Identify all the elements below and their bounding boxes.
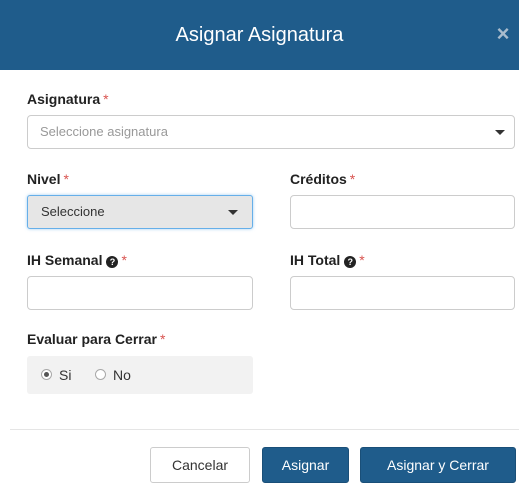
ih-semanal-input[interactable] bbox=[27, 276, 253, 310]
nivel-select[interactable]: Seleccione bbox=[27, 195, 253, 229]
asignatura-label-text: Asignatura bbox=[27, 91, 101, 107]
assign-close-button[interactable]: Asignar y Cerrar bbox=[360, 447, 516, 483]
radio-no-label[interactable]: No bbox=[113, 366, 131, 384]
ih-total-label: IH Total? * bbox=[290, 251, 365, 269]
nivel-selected-value: Seleccione bbox=[41, 204, 105, 219]
asignatura-placeholder: Seleccione asignatura bbox=[40, 124, 168, 139]
radio-no[interactable] bbox=[95, 369, 106, 380]
creditos-input[interactable] bbox=[290, 195, 515, 229]
radio-si-label[interactable]: Si bbox=[59, 366, 71, 384]
creditos-label: Créditos * bbox=[290, 170, 355, 188]
radio-si[interactable] bbox=[41, 369, 52, 380]
ih-total-label-text: IH Total bbox=[290, 252, 341, 268]
chevron-down-icon bbox=[495, 130, 505, 135]
modal-header: Asignar Asignatura × bbox=[0, 0, 519, 70]
ih-semanal-label: IH Semanal? * bbox=[27, 251, 127, 269]
close-icon[interactable]: × bbox=[493, 22, 513, 46]
required-mark: * bbox=[159, 331, 166, 347]
ih-semanal-label-text: IH Semanal bbox=[27, 252, 103, 268]
evaluar-label-text: Evaluar para Cerrar bbox=[27, 331, 157, 347]
required-mark: * bbox=[349, 171, 356, 187]
asignatura-select[interactable]: Seleccione asignatura bbox=[27, 115, 515, 149]
ih-total-input[interactable] bbox=[290, 276, 515, 310]
required-mark: * bbox=[121, 252, 127, 268]
required-mark: * bbox=[63, 171, 69, 187]
evaluar-label: Evaluar para Cerrar * bbox=[27, 330, 165, 348]
assign-button[interactable]: Asignar bbox=[262, 447, 349, 483]
footer-divider bbox=[10, 429, 519, 430]
modal-title: Asignar Asignatura bbox=[175, 24, 344, 46]
evaluar-radio-group: Si No bbox=[27, 356, 253, 394]
asignatura-label: Asignatura * bbox=[27, 90, 109, 108]
required-mark: * bbox=[103, 91, 109, 107]
chevron-down-icon bbox=[228, 210, 238, 215]
nivel-label: Nivel * bbox=[27, 170, 69, 188]
nivel-label-text: Nivel bbox=[27, 171, 61, 187]
creditos-label-text: Créditos bbox=[290, 171, 347, 187]
question-circle-icon[interactable]: ? bbox=[106, 256, 119, 268]
required-mark: * bbox=[359, 252, 365, 268]
cancel-button[interactable]: Cancelar bbox=[150, 447, 250, 483]
question-circle-icon[interactable]: ? bbox=[344, 256, 357, 268]
